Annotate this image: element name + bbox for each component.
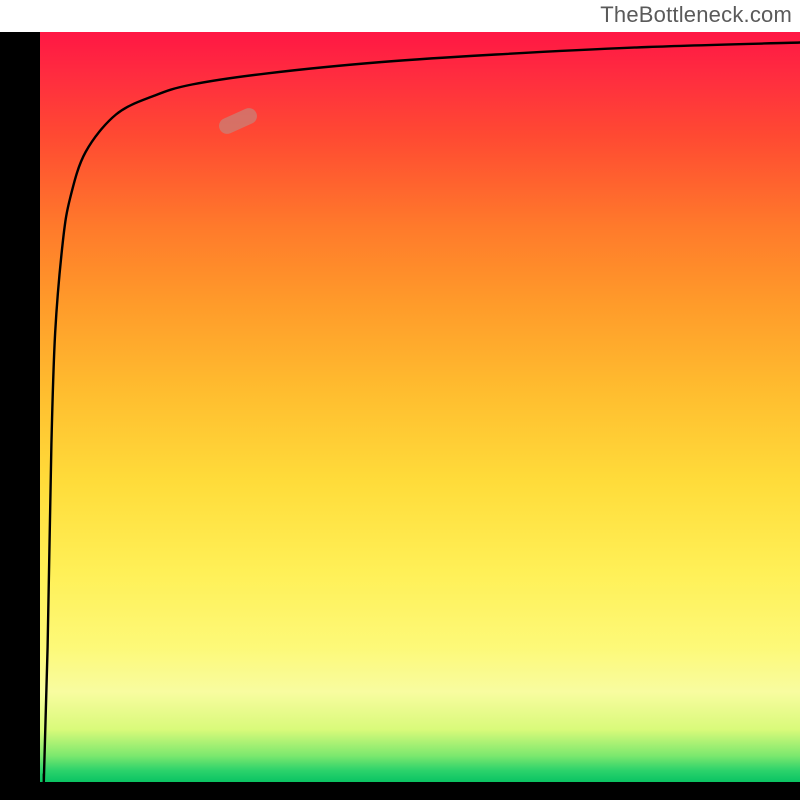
plot-area bbox=[40, 32, 800, 782]
axis-x-border bbox=[0, 782, 800, 800]
watermark-text: TheBottleneck.com bbox=[600, 2, 792, 28]
axis-y-border bbox=[0, 32, 40, 782]
chart-canvas: TheBottleneck.com bbox=[0, 0, 800, 800]
